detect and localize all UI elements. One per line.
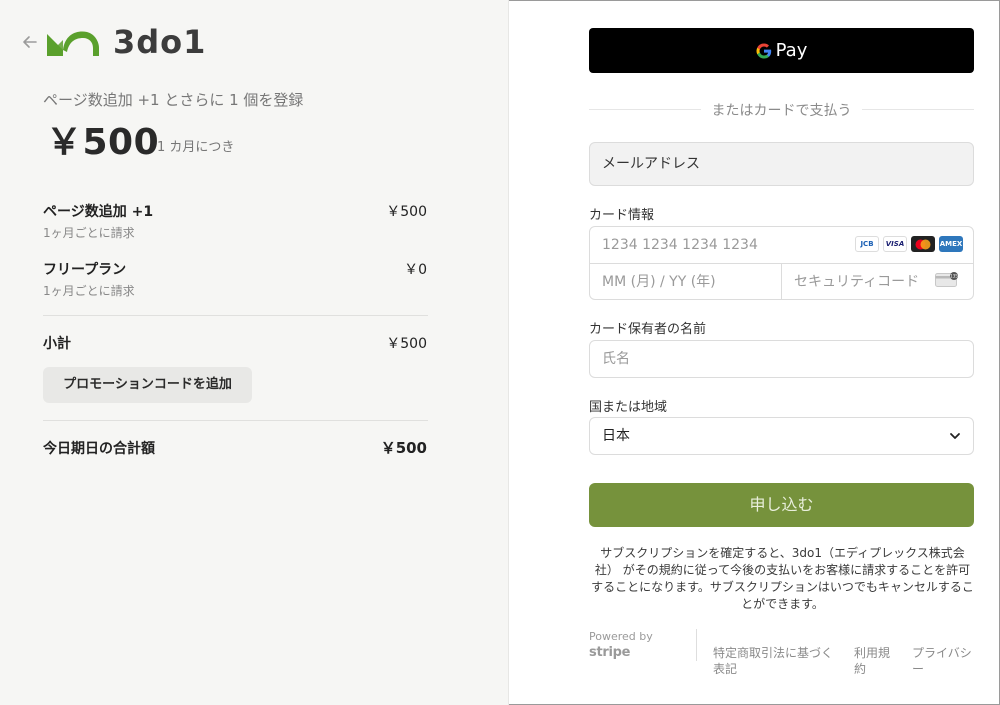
powered-by-label: Powered by xyxy=(589,630,653,643)
subscribe-button[interactable]: 申し込む xyxy=(589,483,974,527)
card-brands: JCB VISA AMEX xyxy=(855,236,963,252)
amex-icon: AMEX xyxy=(939,236,963,252)
card-info-label: カード情報 xyxy=(589,208,655,223)
footer-link-terms[interactable]: 利用規約 xyxy=(854,645,896,677)
mastercard-icon xyxy=(911,236,935,252)
subtotal-label: 小計 xyxy=(43,336,71,352)
line-item-amount: ￥0 xyxy=(404,262,427,278)
svg-text:135: 135 xyxy=(950,274,958,279)
google-pay-label: Pay xyxy=(775,40,808,61)
cardholder-name-input[interactable]: 氏名 xyxy=(589,340,974,378)
card-info-group: 1234 1234 1234 1234 JCB VISA AMEX MM (月)… xyxy=(589,226,974,300)
chevron-down-icon xyxy=(950,433,960,439)
total-amount: ￥500 xyxy=(380,439,427,457)
line-item-amount: ￥500 xyxy=(386,204,427,220)
brand-name: 3do1 xyxy=(113,23,207,61)
or-pay-with-card-text: またはカードで支払う xyxy=(589,100,974,120)
subtotal-amount: ￥500 xyxy=(386,336,427,352)
total-label: 今日期日の合計額 xyxy=(43,441,155,457)
google-pay-button[interactable]: Pay xyxy=(589,28,974,73)
cardholder-name-label: カード保有者の名前 xyxy=(589,322,707,337)
stripe-logo[interactable]: stripe xyxy=(589,645,630,660)
country-value: 日本 xyxy=(602,428,630,444)
price-unit: 1 カ月につき xyxy=(157,140,235,155)
card-number-input[interactable]: 1234 1234 1234 1234 xyxy=(602,227,758,264)
divider xyxy=(781,264,782,300)
divider xyxy=(43,315,428,316)
divider xyxy=(43,420,428,421)
cvc-card-icon: 135 xyxy=(935,272,958,287)
line-item-billing: 1ヶ月ごとに請求 xyxy=(43,226,135,240)
order-summary-panel: 3do1 ページ数追加 +1 とさらに 1 個を登録 ￥500 1 カ月につき … xyxy=(0,0,509,705)
line-item-billing: 1ヶ月ごとに請求 xyxy=(43,284,135,298)
footer-link-legal[interactable]: 特定商取引法に基づく表記 xyxy=(713,645,841,677)
footer-link-privacy[interactable]: プライバシー xyxy=(912,645,976,677)
email-field[interactable]: メールアドレス xyxy=(589,142,974,186)
google-g-icon xyxy=(756,43,771,58)
visa-icon: VISA xyxy=(883,236,907,252)
plan-description: ページ数追加 +1 とさらに 1 個を登録 xyxy=(43,91,304,109)
add-promo-code-button[interactable]: プロモーションコードを追加 xyxy=(43,367,252,403)
line-item-name: ページ数追加 +1 xyxy=(43,204,154,220)
divider xyxy=(696,629,697,661)
logo-mark-icon xyxy=(47,31,99,56)
back-arrow-icon[interactable] xyxy=(21,33,39,51)
price-amount: ￥500 xyxy=(46,122,160,163)
country-select[interactable]: 日本 xyxy=(589,417,974,455)
card-expiry-input[interactable]: MM (月) / YY (年) xyxy=(602,264,716,300)
line-item-name: フリープラン xyxy=(43,262,127,278)
or-pay-with-card-label: またはカードで支払う xyxy=(701,103,862,119)
country-label: 国または地域 xyxy=(589,400,668,415)
card-cvc-input[interactable]: セキュリティコード xyxy=(794,264,919,300)
brand-logo[interactable]: 3do1 xyxy=(43,26,206,58)
terms-text: サブスクリプションを確定すると、3do1（エディプレックス株式会社） がその規約… xyxy=(591,546,974,611)
jcb-icon: JCB xyxy=(855,236,879,252)
